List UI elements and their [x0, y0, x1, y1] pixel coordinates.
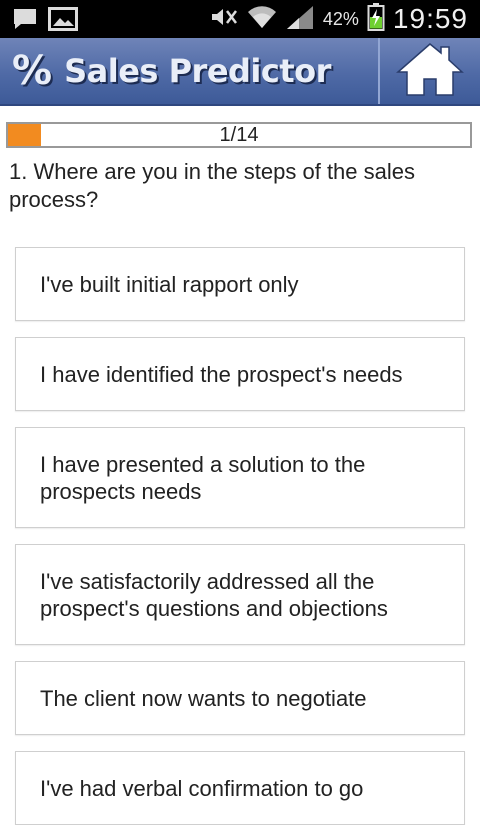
- answer-option[interactable]: I have presented a solution to the prosp…: [15, 427, 465, 528]
- message-icon: [12, 7, 38, 36]
- answer-option[interactable]: I've built initial rapport only: [15, 247, 465, 321]
- status-bar: 42% 19:59: [0, 0, 480, 38]
- app-branding: % Sales Predictor: [12, 38, 331, 104]
- clock: 19:59: [392, 3, 468, 34]
- app-header: % Sales Predictor: [0, 38, 480, 106]
- answer-option-label: I've built initial rapport only: [40, 271, 299, 297]
- mute-icon: [209, 6, 239, 33]
- progress-bar: 1/14: [6, 122, 472, 148]
- answer-option[interactable]: I've satisfactorily addressed all the pr…: [15, 544, 465, 645]
- notification-icons: [12, 7, 78, 36]
- progress-label: 1/14: [219, 123, 259, 146]
- question-text: 1. Where are you in the steps of the sal…: [9, 159, 416, 212]
- percent-logo-icon: %: [12, 48, 53, 94]
- battery-icon: [367, 2, 385, 37]
- home-button[interactable]: [378, 38, 480, 104]
- answer-option[interactable]: I have identified the prospect's needs: [15, 337, 465, 411]
- image-icon: [48, 7, 78, 36]
- answer-option-label: The client now wants to negotiate: [40, 685, 367, 711]
- answer-option-label: I have identified the prospect's needs: [40, 361, 403, 387]
- wifi-icon: [247, 4, 277, 35]
- battery-percent: 42%: [322, 8, 359, 29]
- home-icon: [396, 41, 464, 102]
- answer-option-label: I have presented a solution to the prosp…: [40, 451, 366, 504]
- app-title: Sales Predictor: [64, 52, 331, 90]
- answer-option[interactable]: The client now wants to negotiate: [15, 661, 465, 735]
- answer-option-label: I've had verbal confirmation to go: [40, 775, 364, 801]
- system-icons: 42% 19:59: [209, 0, 468, 38]
- answer-option-label: I've satisfactorily addressed all the pr…: [40, 568, 388, 621]
- answer-option[interactable]: I've had verbal confirmation to go: [15, 751, 465, 825]
- signal-icon: [285, 4, 315, 35]
